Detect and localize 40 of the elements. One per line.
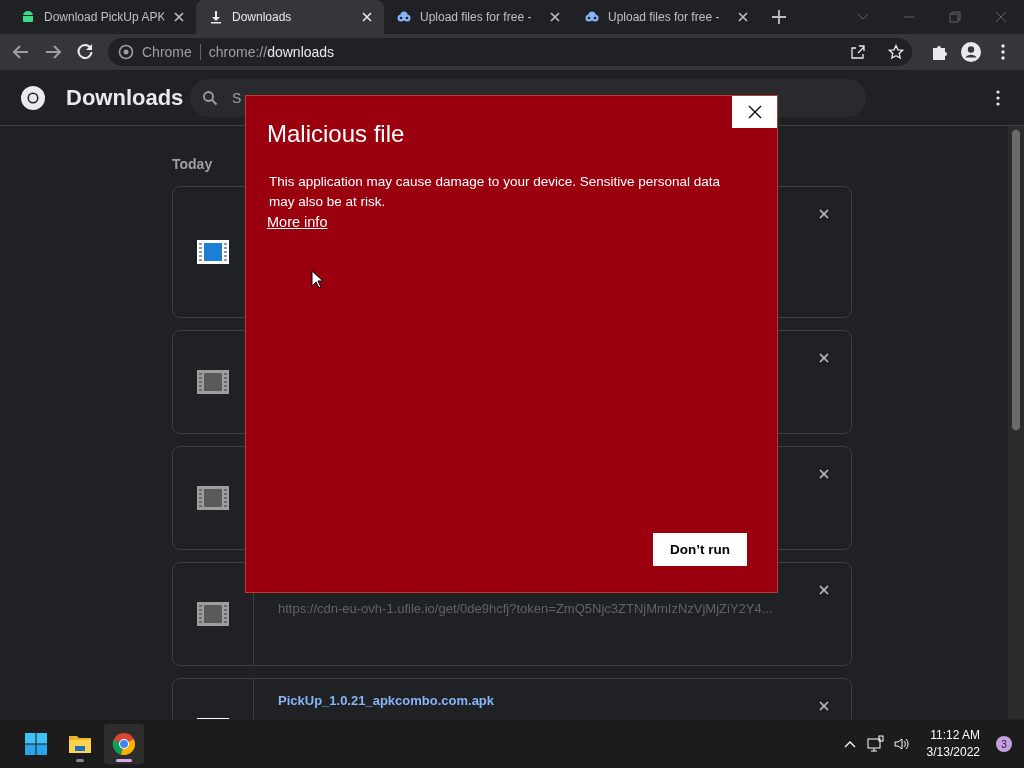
dialog-title: Malicious file — [267, 120, 406, 148]
date-heading: Today — [172, 156, 213, 174]
remove-icon[interactable] — [817, 583, 831, 597]
remove-icon[interactable] — [817, 467, 831, 481]
close-icon[interactable] — [172, 10, 186, 24]
speaker-icon[interactable] — [892, 735, 911, 753]
browser-tab[interactable]: Downloads — [196, 0, 384, 34]
android-icon — [20, 9, 36, 25]
address-bar[interactable]: Chrome chrome://downloads — [108, 38, 912, 66]
browser-tab[interactable]: Upload files for free - — [384, 0, 572, 34]
chrome-icon — [112, 732, 136, 756]
close-icon — [747, 105, 762, 119]
more-info-link[interactable]: More info — [267, 214, 328, 230]
download-icon — [208, 9, 224, 25]
notification-badge[interactable]: 3 — [996, 736, 1012, 752]
cursor-icon — [311, 270, 324, 290]
dialog-message: This application may cause damage to your device. Sensitive personal data may also be at risk. — [269, 173, 721, 211]
browser-tab[interactable]: Upload files for free - — [572, 0, 760, 34]
profile-icon[interactable] — [958, 39, 984, 65]
windows-icon — [24, 732, 48, 756]
page-title: Downloads — [66, 84, 185, 111]
network-icon[interactable] — [866, 735, 885, 753]
close-icon[interactable] — [736, 10, 750, 24]
remove-icon[interactable] — [817, 351, 831, 365]
share-icon[interactable] — [850, 44, 866, 60]
remove-icon[interactable] — [817, 207, 831, 221]
download-url: https://cdn-eu-ovh-1.ufile.io/get/0de9hcfj?token=ZmQ5Njc3ZTNjMmIzNzVjMjZiY2Y4... — [278, 601, 774, 616]
file-link[interactable]: PickUp_1.0.21_apkcombo.com.apk — [278, 693, 827, 708]
close-icon[interactable] — [548, 10, 562, 24]
clock[interactable]: 11:12 AM 3/13/2022 — [926, 727, 980, 761]
remove-icon[interactable] — [817, 699, 831, 713]
scrollbar[interactable] — [1008, 126, 1024, 719]
star-icon[interactable] — [888, 44, 904, 60]
search-icon — [202, 89, 218, 106]
close-button[interactable] — [732, 96, 777, 128]
dont-run-button[interactable]: Don’t run — [653, 533, 747, 566]
chrome-logo-icon — [20, 84, 46, 111]
taskbar-app[interactable] — [104, 724, 144, 764]
close-icon[interactable] — [360, 10, 374, 24]
chrome-icon — [118, 44, 134, 60]
